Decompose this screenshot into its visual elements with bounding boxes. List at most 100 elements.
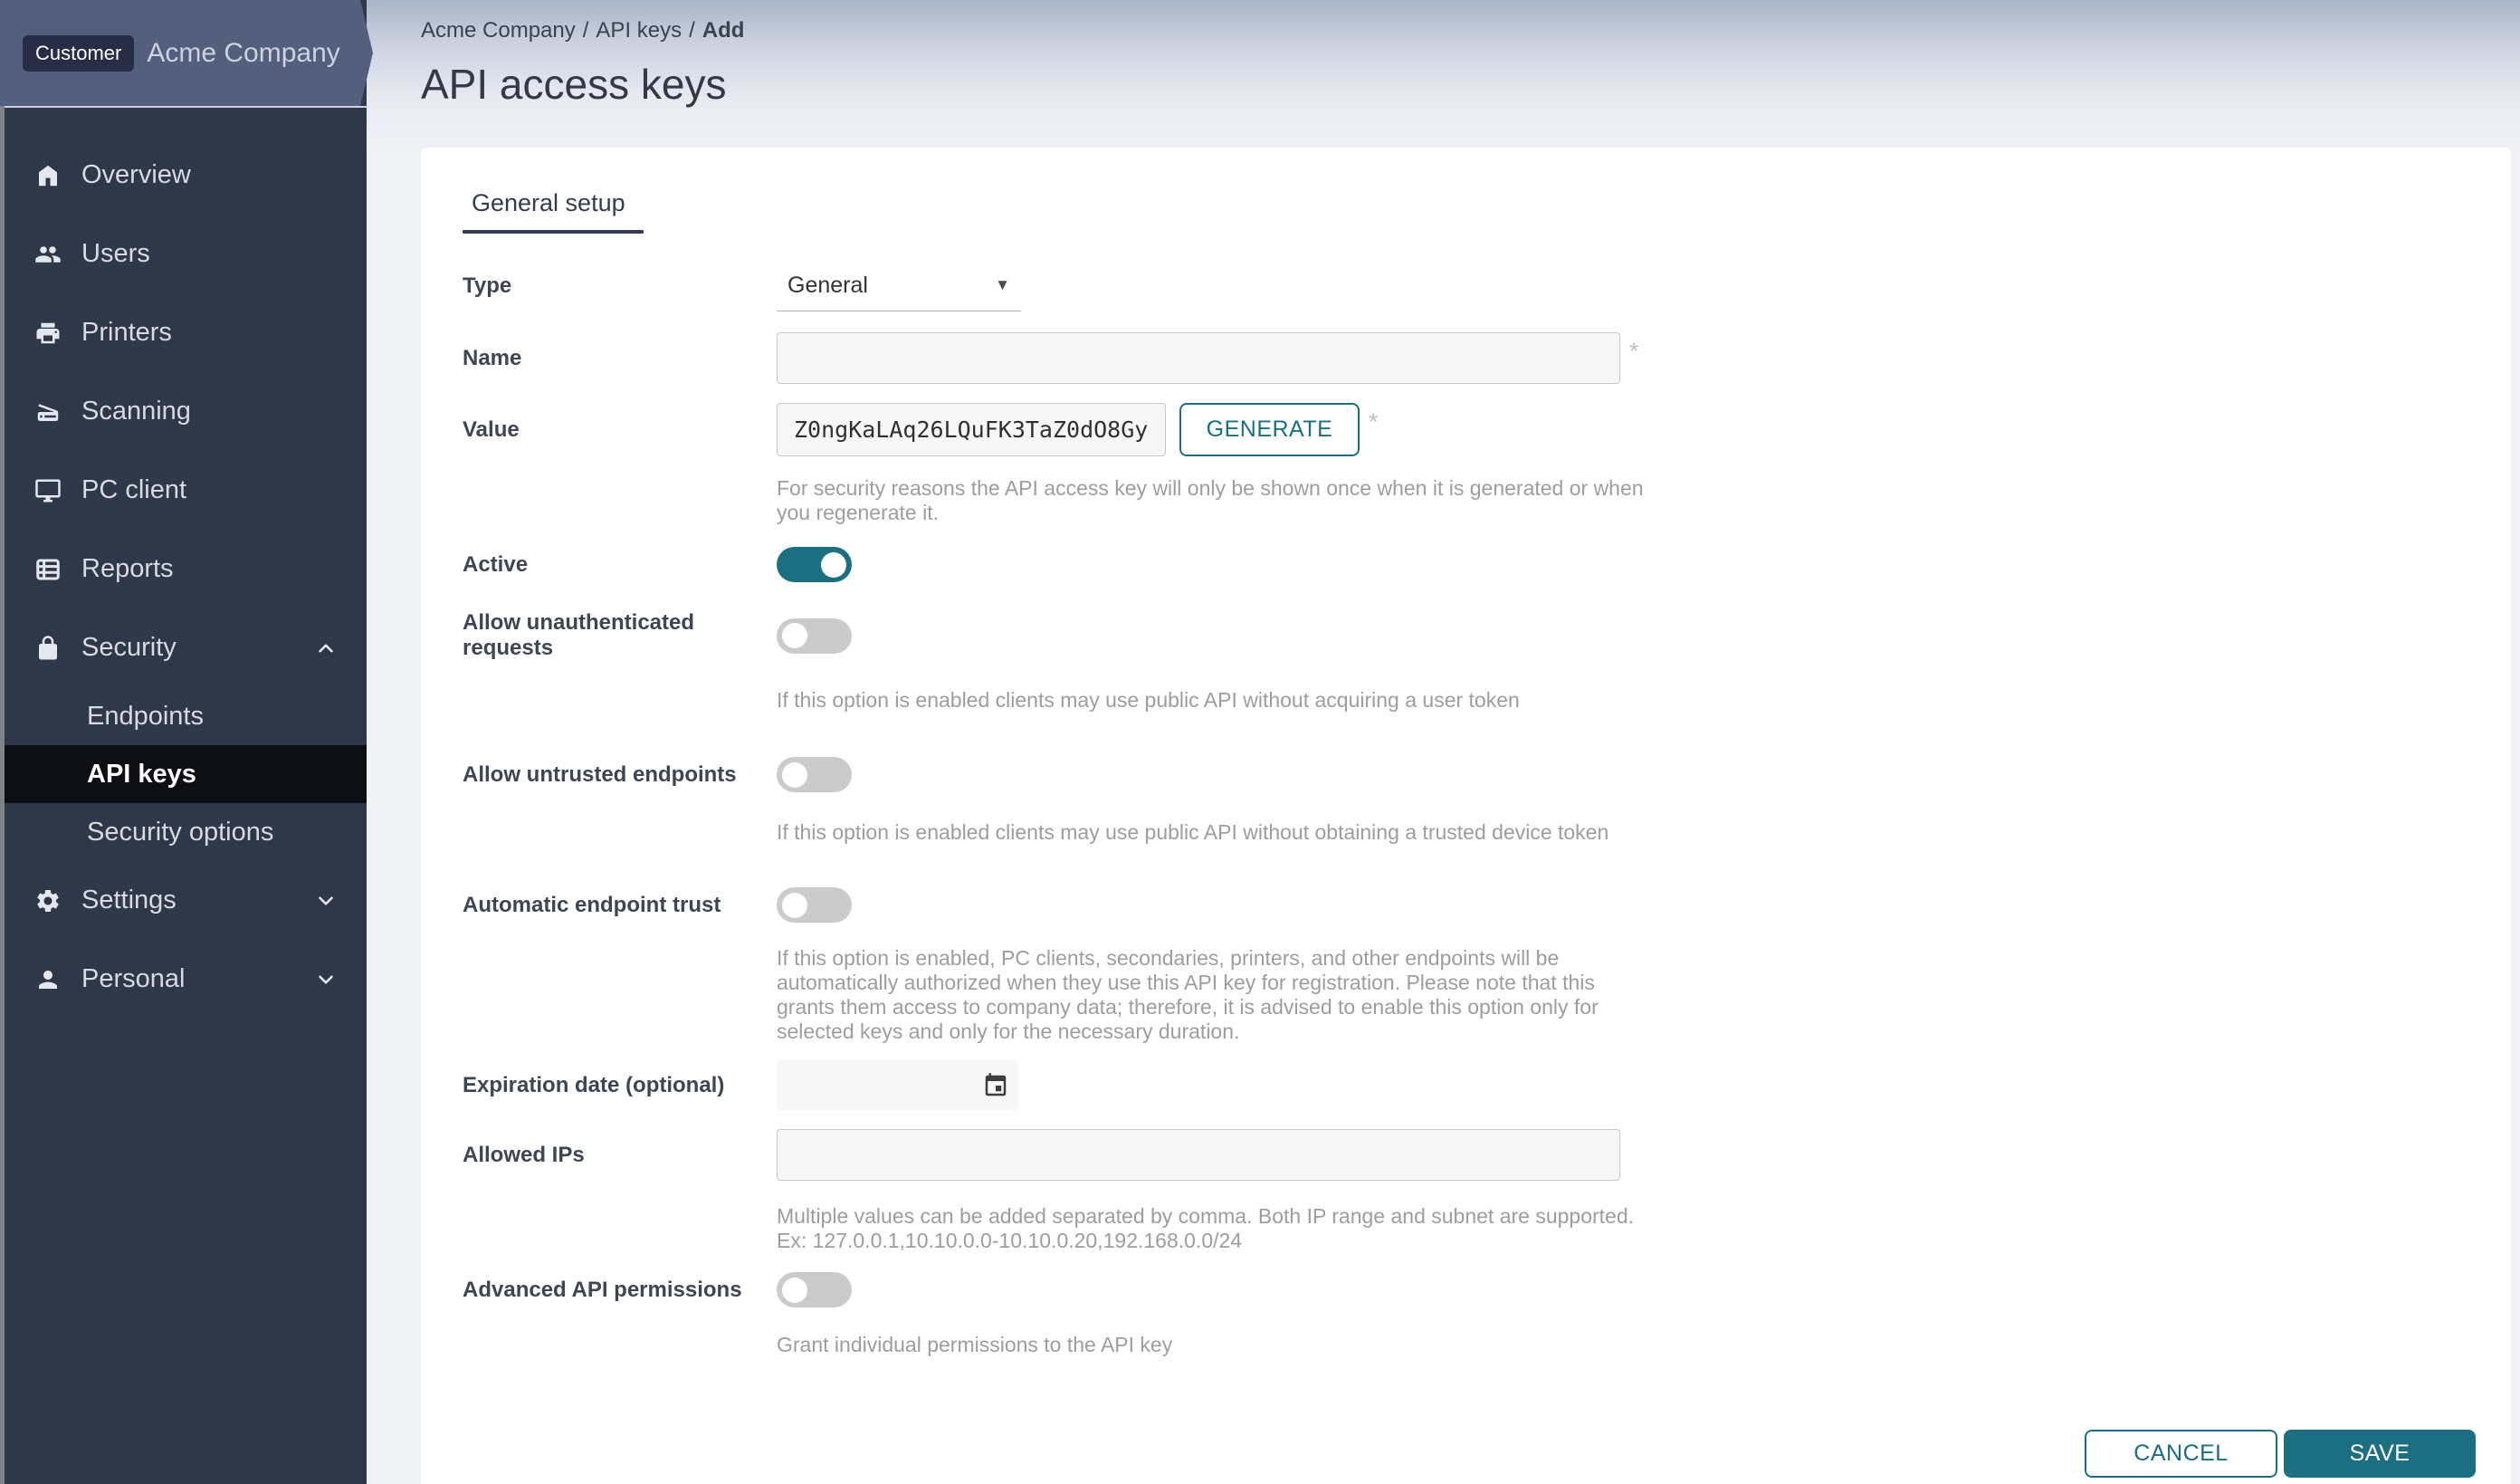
toggle-knob xyxy=(782,623,807,648)
type-select-value: General xyxy=(788,273,868,299)
value-input[interactable] xyxy=(777,403,1166,456)
sidebar-item-personal[interactable]: Personal xyxy=(0,940,367,1019)
active-label: Active xyxy=(463,552,777,578)
allow-unauthenticated-row: Allow unauthenticated requests xyxy=(463,610,2511,661)
value-label: Value xyxy=(463,417,777,443)
sidebar-item-settings[interactable]: Settings xyxy=(0,861,367,940)
generate-button[interactable]: GENERATE xyxy=(1179,403,1360,456)
toggle-knob xyxy=(782,893,807,918)
person-icon xyxy=(34,966,62,993)
expiration-date-field[interactable] xyxy=(777,1060,1018,1111)
breadcrumb-separator: / xyxy=(583,18,589,43)
tab-bar: General setup xyxy=(463,184,2511,247)
required-asterisk: * xyxy=(1369,403,1379,436)
printer-icon xyxy=(34,320,62,347)
banner-separator xyxy=(0,106,367,108)
left-edge-strip xyxy=(0,106,5,1484)
active-toggle[interactable] xyxy=(777,547,852,582)
auto-trust-helper: If this option is enabled, PC clients, s… xyxy=(777,946,1647,1044)
sub-item-label: Endpoints xyxy=(87,702,204,732)
sidebar-item-label: Reports xyxy=(81,554,174,584)
sidebar-item-label: Personal xyxy=(81,964,185,994)
home-icon xyxy=(34,162,62,189)
toggle-knob xyxy=(782,1278,807,1303)
monitor-icon xyxy=(34,477,62,504)
required-asterisk: * xyxy=(1629,332,1639,366)
advanced-permissions-label: Advanced API permissions xyxy=(463,1278,777,1303)
gear-icon xyxy=(34,887,62,914)
type-select[interactable]: General ▼ xyxy=(777,260,1021,311)
tab-general-setup[interactable]: General setup xyxy=(463,184,633,230)
advanced-permissions-row: Advanced API permissions xyxy=(463,1272,2511,1307)
api-key-form: Type General ▼ Name * Value GENERATE * F… xyxy=(463,260,2511,1478)
sidebar-item-endpoints[interactable]: Endpoints xyxy=(0,687,367,745)
sub-item-label: Security options xyxy=(87,818,273,847)
name-row: Name * xyxy=(463,332,2511,384)
value-row: Value GENERATE * xyxy=(463,403,2511,456)
reports-icon xyxy=(34,556,62,583)
name-label: Name xyxy=(463,346,777,371)
lock-icon xyxy=(34,635,62,662)
sidebar-item-printers[interactable]: Printers xyxy=(0,293,367,372)
calendar-icon[interactable] xyxy=(982,1072,1009,1099)
scanner-icon xyxy=(34,398,62,426)
users-icon xyxy=(34,241,62,268)
expiration-row: Expiration date (optional) xyxy=(463,1060,2511,1111)
allow-untrusted-label: Allow untrusted endpoints xyxy=(463,762,777,788)
sidebar-item-overview[interactable]: Overview xyxy=(0,136,367,215)
breadcrumb-separator: / xyxy=(689,18,695,43)
active-row: Active xyxy=(463,547,2511,582)
company-name: Acme Company xyxy=(147,38,339,69)
cancel-button[interactable]: CANCEL xyxy=(2085,1430,2277,1478)
allowed-ips-helper: Multiple values can be added separated b… xyxy=(777,1204,1647,1253)
customer-badge: Customer xyxy=(23,35,134,72)
sidebar-item-api-keys[interactable]: API keys xyxy=(0,745,367,803)
sidebar-item-label: PC client xyxy=(81,475,186,505)
breadcrumb-api-keys-link[interactable]: API keys xyxy=(596,18,682,43)
expiration-label: Expiration date (optional) xyxy=(463,1073,777,1098)
auto-trust-label: Automatic endpoint trust xyxy=(463,893,777,918)
sidebar-item-users[interactable]: Users xyxy=(0,215,367,293)
allowed-ips-row: Allowed IPs xyxy=(463,1129,2511,1181)
toggle-knob xyxy=(782,762,807,788)
chevron-down-icon xyxy=(314,968,338,991)
sidebar-item-security[interactable]: Security xyxy=(0,608,367,687)
auto-trust-toggle[interactable] xyxy=(777,887,852,923)
form-footer: CANCEL SAVE xyxy=(463,1430,2511,1478)
tab-active-underline xyxy=(463,230,644,234)
advanced-permissions-helper: Grant individual permissions to the API … xyxy=(777,1333,1647,1357)
save-button[interactable]: SAVE xyxy=(2284,1430,2476,1478)
allow-unauthenticated-label: Allow unauthenticated requests xyxy=(463,610,777,661)
page-title: API access keys xyxy=(421,60,726,109)
allow-unauthenticated-helper: If this option is enabled clients may us… xyxy=(777,688,1647,713)
sidebar-item-label: Scanning xyxy=(81,397,191,426)
allow-untrusted-toggle[interactable] xyxy=(777,757,852,792)
sidebar-item-label: Security xyxy=(81,633,177,663)
sidebar-item-reports[interactable]: Reports xyxy=(0,530,367,608)
sidebar-item-security-options[interactable]: Security options xyxy=(0,803,367,861)
breadcrumb: Acme Company / API keys / Add xyxy=(421,18,744,43)
sidebar-item-label: Settings xyxy=(81,886,177,915)
chevron-up-icon xyxy=(314,637,338,660)
breadcrumb-current: Add xyxy=(702,18,745,43)
type-label: Type xyxy=(463,273,777,299)
allow-untrusted-helper: If this option is enabled clients may us… xyxy=(777,820,1647,845)
sidebar-item-scanning[interactable]: Scanning xyxy=(0,372,367,451)
name-input[interactable] xyxy=(777,332,1620,384)
dropdown-arrow-icon: ▼ xyxy=(995,276,1010,294)
chevron-down-icon xyxy=(314,889,338,913)
form-card: General setup Type General ▼ Name * Valu… xyxy=(421,148,2511,1484)
sidebar: Overview Users Printers Scanning PC clie xyxy=(0,0,367,1484)
allowed-ips-input[interactable] xyxy=(777,1129,1620,1181)
allowed-ips-label: Allowed IPs xyxy=(463,1143,777,1168)
advanced-permissions-toggle[interactable] xyxy=(777,1272,852,1307)
breadcrumb-company-link[interactable]: Acme Company xyxy=(421,18,576,43)
top-gradient-band xyxy=(0,0,2520,158)
allow-unauthenticated-toggle[interactable] xyxy=(777,618,852,654)
sidebar-item-label: Overview xyxy=(81,160,191,190)
sub-item-label: API keys xyxy=(87,760,196,790)
sidebar-item-label: Printers xyxy=(81,318,172,348)
allow-untrusted-row: Allow untrusted endpoints xyxy=(463,757,2511,792)
value-helper-text: For security reasons the API access key … xyxy=(777,476,1647,525)
sidebar-item-pc-client[interactable]: PC client xyxy=(0,451,367,530)
